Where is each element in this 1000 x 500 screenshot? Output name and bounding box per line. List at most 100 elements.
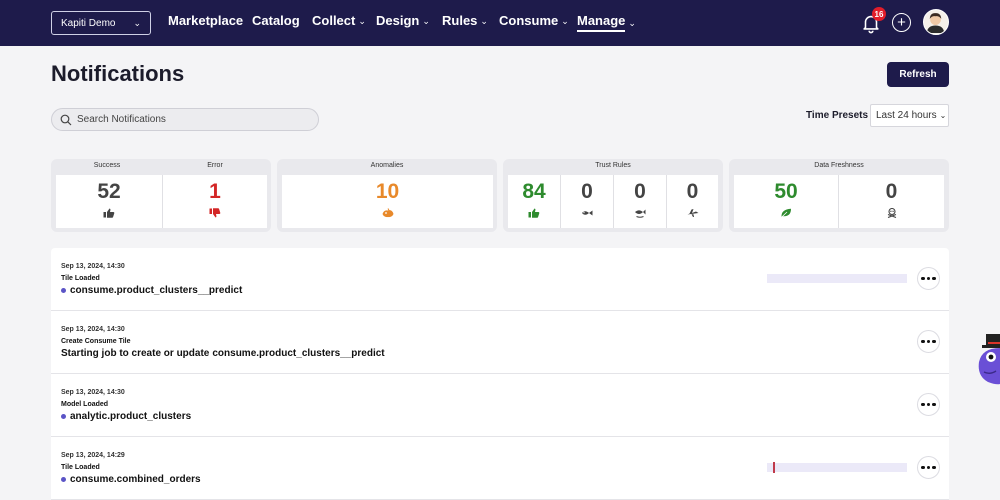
fish-dead-icon bbox=[635, 209, 646, 218]
trust-rules-dead-fish-tile[interactable]: 0 bbox=[614, 175, 666, 228]
notification-row[interactable]: Sep 13, 2024, 14:30 Model Loaded analyti… bbox=[51, 374, 949, 437]
data-freshness-label: Data Freshness bbox=[814, 162, 864, 169]
nav-label: Rules bbox=[442, 13, 478, 28]
time-preset-value: Last 24 hours bbox=[876, 110, 937, 121]
time-presets-label: Time Presets bbox=[806, 110, 869, 121]
freshness-stale-count: 0 bbox=[885, 180, 898, 203]
nav-label: Design bbox=[376, 13, 420, 28]
sparkline-error-tick bbox=[773, 462, 775, 473]
anomalies-count: 10 bbox=[375, 180, 400, 203]
notification-object[interactable]: consume.combined_orders bbox=[70, 474, 201, 485]
notification-count-badge: 16 bbox=[872, 7, 886, 21]
more-options-button[interactable] bbox=[917, 456, 940, 479]
thumbs-up-icon bbox=[103, 208, 115, 218]
notification-prefix: Starting job to create or update bbox=[61, 348, 210, 359]
nav-manage[interactable]: Manage ⌄ bbox=[577, 13, 636, 32]
chevron-down-icon: ⌄ bbox=[133, 17, 141, 28]
nav-label: Manage bbox=[577, 13, 626, 32]
chevron-down-icon: ⌄ bbox=[628, 17, 636, 28]
freshness-stale-tile[interactable]: 0 bbox=[839, 175, 944, 228]
top-nav: Kapiti Demo ⌄ Marketplace Catalog Collec… bbox=[0, 0, 1000, 46]
notification-row[interactable]: Sep 13, 2024, 14:30 Tile Loaded consume.… bbox=[51, 248, 949, 311]
stats-anomalies: Anomalies 10 bbox=[277, 159, 497, 232]
avatar[interactable] bbox=[923, 9, 949, 35]
workspace-selector[interactable]: Kapiti Demo ⌄ bbox=[51, 11, 151, 35]
notifications-list: Sep 13, 2024, 14:30 Tile Loaded consume.… bbox=[51, 248, 949, 500]
notification-type: Model Loaded bbox=[61, 401, 109, 408]
ellipsis-icon bbox=[921, 339, 925, 344]
success-label: Success bbox=[93, 162, 121, 169]
trust-rules-passed-count: 84 bbox=[522, 180, 546, 203]
nav-rules[interactable]: Rules ⌄ bbox=[442, 13, 488, 28]
search-icon bbox=[60, 114, 72, 125]
notification-message: consume.product_clusters__predict bbox=[61, 285, 242, 296]
plus-circle-icon[interactable]: + bbox=[892, 13, 911, 32]
notification-timestamp: Sep 13, 2024, 14:29 bbox=[61, 452, 125, 459]
activity-sparkline bbox=[767, 274, 907, 283]
trust-rules-fish-tile[interactable]: 0 bbox=[561, 175, 613, 228]
thumbs-down-icon bbox=[209, 208, 221, 218]
trust-rules-fish-count: 0 bbox=[581, 180, 593, 203]
search-input[interactable] bbox=[77, 114, 297, 125]
time-preset-select[interactable]: Last 24 hours ⌄ bbox=[870, 104, 949, 127]
chevron-down-icon: ⌄ bbox=[939, 111, 947, 120]
ellipsis-icon bbox=[921, 276, 925, 281]
assistant-mascot-icon[interactable] bbox=[976, 332, 1000, 386]
ellipsis-icon bbox=[921, 465, 925, 470]
stats-trust-rules: Trust Rules 84 0 0 0 bbox=[503, 159, 723, 232]
notification-timestamp: Sep 13, 2024, 14:30 bbox=[61, 326, 125, 333]
bullet-dot bbox=[61, 288, 66, 293]
search-bar[interactable] bbox=[51, 108, 319, 131]
stats-success-error: Success Error 52 1 bbox=[51, 159, 271, 232]
anomaly-icon bbox=[382, 208, 393, 218]
skull-icon bbox=[887, 208, 896, 218]
error-count: 1 bbox=[209, 180, 221, 203]
nav-collect[interactable]: Collect ⌄ bbox=[312, 13, 366, 28]
more-options-button[interactable] bbox=[917, 330, 940, 353]
notification-type: Create Consume Tile bbox=[61, 338, 131, 345]
trust-rules-label: Trust Rules bbox=[595, 162, 631, 169]
more-options-button[interactable] bbox=[917, 393, 940, 416]
nav-catalog[interactable]: Catalog bbox=[252, 13, 300, 28]
anomalies-tile[interactable]: 10 bbox=[282, 175, 493, 228]
bullet-dot bbox=[61, 477, 66, 482]
more-options-button[interactable] bbox=[917, 267, 940, 290]
nav-design[interactable]: Design ⌄ bbox=[376, 13, 430, 28]
nav-label: Collect bbox=[312, 13, 356, 28]
stats-data-freshness: Data Freshness 50 0 bbox=[729, 159, 949, 232]
notification-object[interactable]: consume.product_clusters__predict bbox=[212, 348, 384, 359]
anomalies-label: Anomalies bbox=[370, 162, 404, 169]
notification-object[interactable]: consume.product_clusters__predict bbox=[70, 285, 242, 296]
nav-consume[interactable]: Consume ⌄ bbox=[499, 13, 569, 28]
chevron-down-icon: ⌄ bbox=[561, 15, 569, 26]
refresh-button[interactable]: Refresh bbox=[887, 62, 949, 87]
error-tile[interactable]: 1 bbox=[163, 175, 267, 228]
error-label: Error bbox=[207, 162, 223, 169]
success-tile[interactable]: 52 bbox=[56, 175, 162, 228]
nav-label: Consume bbox=[499, 13, 559, 28]
freshness-fresh-tile[interactable]: 50 bbox=[734, 175, 838, 228]
trust-rules-passed-tile[interactable]: 84 bbox=[508, 175, 560, 228]
thumbs-up-icon bbox=[528, 208, 540, 218]
notification-row[interactable]: Sep 13, 2024, 14:29 Tile Loaded consume.… bbox=[51, 437, 949, 500]
notification-row[interactable]: Sep 13, 2024, 14:30 Create Consume Tile … bbox=[51, 311, 949, 374]
nav-marketplace[interactable]: Marketplace bbox=[168, 13, 243, 28]
workspace-name: Kapiti Demo bbox=[61, 17, 116, 29]
chevron-down-icon: ⌄ bbox=[358, 15, 366, 26]
chevron-down-icon: ⌄ bbox=[422, 15, 430, 26]
notification-object[interactable]: analytic.product_clusters bbox=[70, 411, 191, 422]
trust-rules-plane-count: 0 bbox=[686, 180, 699, 203]
trust-rules-dead-fish-count: 0 bbox=[634, 180, 646, 203]
notification-message: consume.combined_orders bbox=[61, 474, 201, 485]
fish-icon bbox=[582, 210, 593, 216]
success-count: 52 bbox=[97, 180, 121, 203]
freshness-fresh-count: 50 bbox=[774, 180, 798, 203]
trust-rules-plane-tile[interactable]: 0 bbox=[667, 175, 718, 228]
notification-timestamp: Sep 13, 2024, 14:30 bbox=[61, 263, 125, 270]
notification-type: Tile Loaded bbox=[61, 275, 100, 282]
bullet-dot bbox=[61, 414, 66, 419]
notification-type: Tile Loaded bbox=[61, 464, 100, 471]
plane-icon bbox=[687, 209, 698, 217]
notification-timestamp: Sep 13, 2024, 14:30 bbox=[61, 389, 125, 396]
nav-label: Catalog bbox=[252, 13, 300, 28]
